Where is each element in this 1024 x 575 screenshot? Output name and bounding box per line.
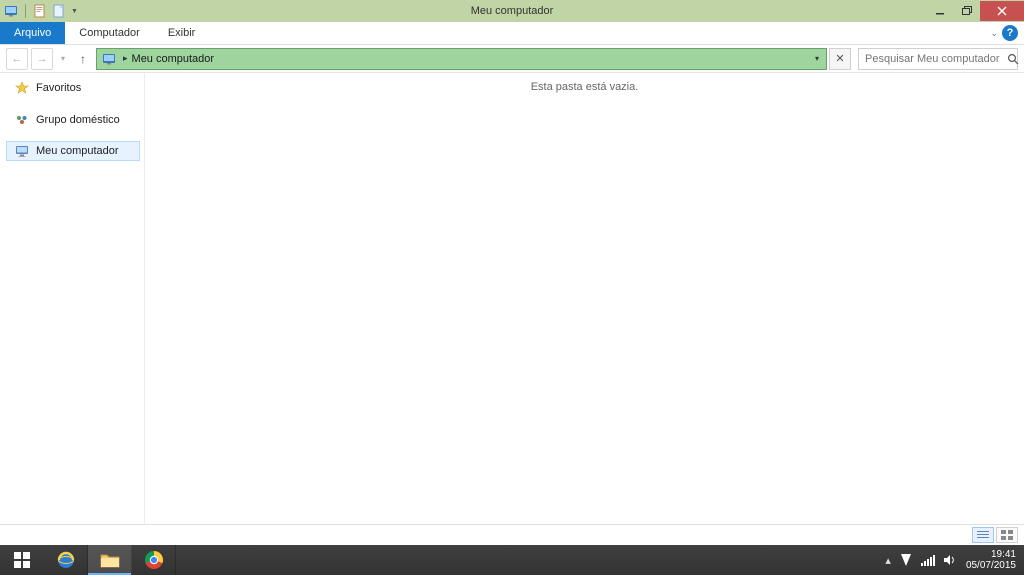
sidebar-item-favorites[interactable]: Favoritos xyxy=(0,77,144,99)
separator xyxy=(25,4,26,18)
search-box[interactable] xyxy=(858,48,1018,70)
tray-overflow-icon[interactable]: ▴ xyxy=(885,554,891,567)
restore-button[interactable] xyxy=(953,1,980,21)
back-button[interactable]: ← xyxy=(6,48,28,70)
tab-file[interactable]: Arquivo xyxy=(0,22,65,44)
homegroup-icon xyxy=(14,112,30,128)
sidebar-item-label: Favoritos xyxy=(36,82,81,94)
clock-time: 19:41 xyxy=(966,549,1016,561)
empty-folder-message: Esta pasta está vazia. xyxy=(531,81,639,93)
computer-icon xyxy=(14,143,30,159)
view-thumbnails-button[interactable] xyxy=(996,527,1018,543)
taskbar-clock[interactable]: 19:41 05/07/2015 xyxy=(966,549,1016,572)
navigation-bar: ← → ▾ ↑ ▸ Meu computador ▾ ✕ xyxy=(0,45,1024,73)
network-icon[interactable] xyxy=(921,555,935,566)
title-bar: ▼ Meu computador xyxy=(0,0,1024,22)
explorer-body: Favoritos Grupo doméstico Meu computador… xyxy=(0,73,1024,524)
ribbon-tabs: Arquivo Computador Exibir ⌄ ? xyxy=(0,22,1024,45)
content-pane: Esta pasta está vazia. xyxy=(145,73,1024,524)
taskbar-app-chrome[interactable] xyxy=(132,545,176,575)
help-icon[interactable]: ? xyxy=(1002,25,1018,41)
start-button[interactable] xyxy=(0,545,44,575)
status-bar xyxy=(0,524,1024,545)
view-details-button[interactable] xyxy=(972,527,994,543)
sidebar-item-label: Grupo doméstico xyxy=(36,114,120,126)
sidebar-item-computer[interactable]: Meu computador xyxy=(6,141,140,161)
action-center-icon[interactable] xyxy=(899,553,913,567)
breadcrumb-separator-icon: ▸ xyxy=(123,53,128,64)
taskbar-app-ie[interactable] xyxy=(44,545,88,575)
history-dropdown[interactable]: ▾ xyxy=(56,48,70,70)
tray-icons: ▴ xyxy=(885,553,956,567)
refresh-button[interactable]: ✕ xyxy=(829,48,851,70)
clock-date: 05/07/2015 xyxy=(966,560,1016,572)
sidebar-item-label: Meu computador xyxy=(36,145,119,157)
up-button[interactable]: ↑ xyxy=(73,49,93,69)
taskbar: ▴ 19:41 05/07/2015 xyxy=(0,545,1024,575)
star-icon xyxy=(14,80,30,96)
ribbon-right: ⌄ ? xyxy=(990,22,1024,44)
address-dropdown-icon[interactable]: ▾ xyxy=(812,54,822,63)
volume-icon[interactable] xyxy=(943,554,956,566)
location-icon xyxy=(101,51,117,67)
window-controls xyxy=(926,1,1024,21)
system-tray: ▴ 19:41 05/07/2015 xyxy=(885,545,1024,575)
search-input[interactable] xyxy=(865,53,1007,65)
quick-access-toolbar: ▼ xyxy=(0,3,78,19)
taskbar-app-explorer[interactable] xyxy=(88,545,132,575)
tab-computer[interactable]: Computador xyxy=(65,22,154,44)
navigation-pane: Favoritos Grupo doméstico Meu computador xyxy=(0,73,145,524)
sidebar-item-homegroup[interactable]: Grupo doméstico xyxy=(0,109,144,131)
close-button[interactable] xyxy=(980,1,1024,21)
search-icon xyxy=(1007,53,1019,65)
properties-icon[interactable] xyxy=(32,3,48,19)
address-bar[interactable]: ▸ Meu computador ▾ xyxy=(96,48,827,70)
tab-view[interactable]: Exibir xyxy=(154,22,210,44)
minimize-button[interactable] xyxy=(926,1,953,21)
new-folder-icon[interactable] xyxy=(51,3,67,19)
expand-ribbon-icon[interactable]: ⌄ xyxy=(990,28,998,39)
qat-dropdown-icon[interactable]: ▼ xyxy=(71,8,78,15)
app-icon xyxy=(3,3,19,19)
window-title: Meu computador xyxy=(0,5,1024,17)
breadcrumb-item[interactable]: Meu computador xyxy=(132,53,215,65)
forward-button[interactable]: → xyxy=(31,48,53,70)
